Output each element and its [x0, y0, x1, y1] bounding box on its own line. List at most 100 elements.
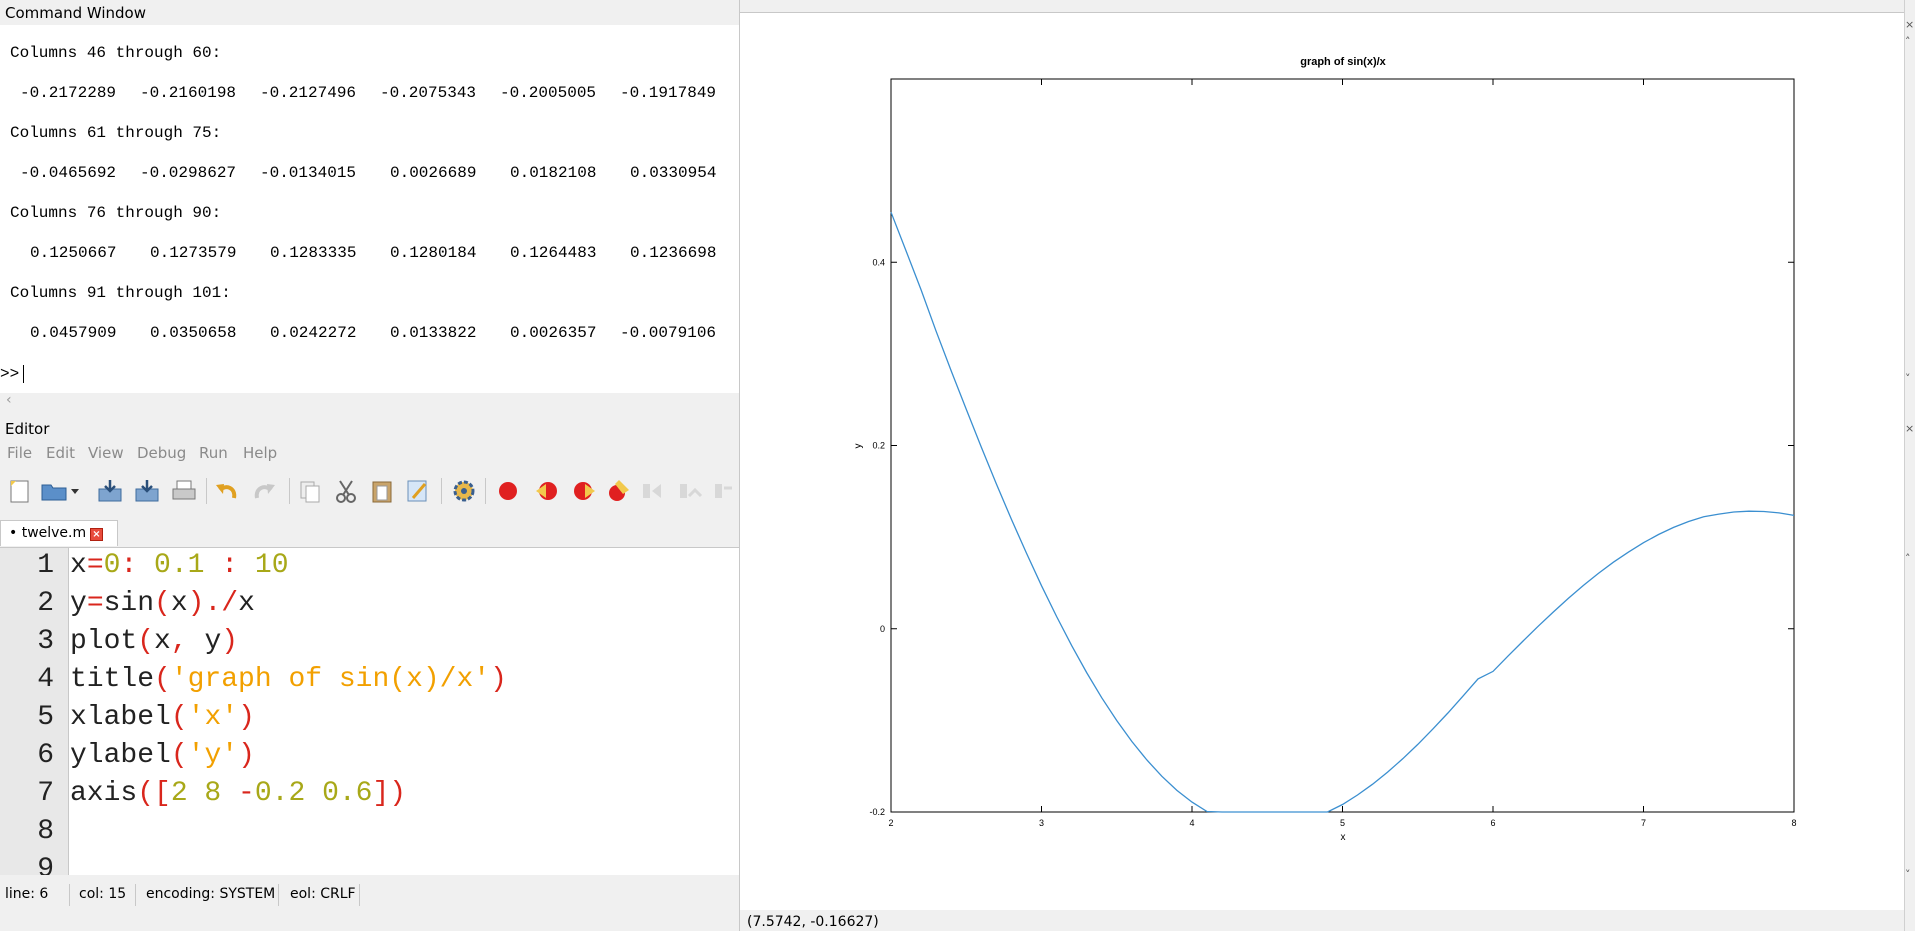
code-token: plot — [70, 626, 138, 657]
settings-gear-icon[interactable] — [450, 477, 478, 505]
prev-breakpoint-icon[interactable] — [533, 477, 561, 505]
tab-label: • twelve.m — [9, 525, 87, 541]
open-folder-icon[interactable] — [40, 477, 68, 505]
output-value: -0.2005005 — [500, 84, 597, 102]
output-value: 0.1236698 — [630, 244, 717, 262]
command-prompt[interactable]: >> — [0, 365, 25, 383]
code-token: 'graph of sin(x)/x' — [170, 664, 491, 695]
command-window-hscrollbar[interactable]: ‹ — [0, 392, 739, 409]
line-number: 3 — [37, 626, 54, 657]
line-number: 1 — [37, 550, 54, 581]
code-token: ( — [170, 702, 188, 733]
debug-step-icon[interactable] — [638, 477, 666, 505]
code-token: sin — [103, 588, 155, 619]
y-tick-label: 0.4 — [872, 257, 885, 267]
code-token: x — [238, 588, 255, 619]
code-token: 'y' — [187, 740, 239, 771]
chevron-down-icon[interactable]: ˅ — [1905, 372, 1911, 385]
x-axis-label: x — [1341, 832, 1346, 843]
y-tick-label: -0.2 — [869, 807, 885, 817]
find-replace-icon[interactable] — [404, 477, 432, 505]
status-line: line: 6 — [5, 886, 49, 902]
debug-step-out-icon[interactable] — [711, 477, 735, 505]
tab-twelve-m[interactable]: • twelve.m × — [0, 520, 118, 546]
line-number: 2 — [37, 588, 54, 619]
editor-tabbar: • twelve.m × — [0, 518, 739, 548]
output-value: -0.0465692 — [20, 164, 117, 182]
copy-icon[interactable] — [296, 477, 324, 505]
code-line: ylabel('y') — [70, 740, 255, 771]
x-tick-label: 7 — [1641, 818, 1646, 828]
breakpoint-icon[interactable] — [494, 477, 522, 505]
chevron-up-icon[interactable]: ˄ — [1905, 35, 1911, 48]
chevron-down-icon[interactable]: ˅ — [1905, 868, 1911, 881]
code-line: plot(x, y) — [70, 626, 238, 657]
close-icon[interactable]: × — [1905, 18, 1914, 31]
menu-help[interactable]: Help — [243, 444, 277, 462]
line-number: 5 — [37, 702, 54, 733]
output-value: -0.1917849 — [620, 84, 717, 102]
menu-run[interactable]: Run — [199, 444, 228, 462]
code-token: = — [86, 588, 104, 619]
output-value: 0.0182108 — [510, 164, 597, 182]
output-value: -0.0079106 — [620, 324, 717, 342]
toolbar-separator — [441, 478, 442, 504]
close-icon[interactable]: × — [1905, 422, 1914, 435]
status-separator — [135, 884, 136, 906]
code-token: , — [170, 626, 205, 657]
output-value: 0.0457909 — [30, 324, 117, 342]
menu-file[interactable]: File — [7, 444, 32, 462]
command-window-title: Command Window — [0, 0, 739, 25]
debug-step-in-icon[interactable] — [676, 477, 704, 505]
status-separator — [69, 884, 70, 906]
print-icon[interactable] — [170, 477, 198, 505]
menu-debug[interactable]: Debug — [137, 444, 186, 462]
x-tick-label: 3 — [1039, 818, 1044, 828]
y-axis-label: y — [853, 444, 864, 449]
code-editor[interactable]: 123456789 x=0: 0.1 : 10 y=sin(x)./x plot(x… — [0, 548, 739, 875]
menu-edit[interactable]: Edit — [46, 444, 75, 462]
menu-view[interactable]: View — [88, 444, 124, 462]
code-token: 10 — [254, 550, 289, 581]
y-tick-label: 0 — [880, 624, 885, 634]
text-caret — [23, 365, 25, 383]
axes-box — [890, 78, 1795, 813]
status-col: col: 15 — [79, 886, 127, 902]
status-separator — [278, 884, 279, 906]
save-icon[interactable] — [96, 477, 124, 505]
code-token: : — [120, 550, 155, 581]
chart-title: graph of sin(x)/x — [1300, 56, 1386, 68]
output-value: 0.1280184 — [390, 244, 477, 262]
x-tick-label: 8 — [1791, 818, 1796, 828]
code-token: 'x' — [187, 702, 239, 733]
output-value: -0.2075343 — [380, 84, 477, 102]
output-value: 0.0026357 — [510, 324, 597, 342]
scroll-left-icon[interactable]: ‹ — [6, 392, 12, 408]
chevron-down-icon[interactable] — [68, 477, 82, 505]
redo-icon[interactable] — [250, 477, 278, 505]
output-value: -0.2172289 — [20, 84, 117, 102]
code-token: ylabel — [70, 740, 171, 771]
chevron-up-icon[interactable]: ˄ — [1905, 552, 1911, 565]
line-number: 8 — [37, 816, 54, 847]
paste-icon[interactable] — [368, 477, 396, 505]
undo-icon[interactable] — [213, 477, 241, 505]
code-token: xlabel — [70, 702, 171, 733]
editor-menubar: File Edit View Debug Run Help — [0, 441, 739, 465]
figure-plot[interactable]: graph of sin(x)/x 2 3 4 5 6 7 8 -0.2 0 0.2 0.4 x y — [740, 0, 1904, 910]
new-file-icon[interactable] — [6, 477, 34, 505]
command-window-output[interactable]: Columns 46 through 60: -0.2172289 -0.216… — [0, 25, 739, 393]
code-token: ( — [154, 664, 171, 695]
save-all-icon[interactable] — [133, 477, 161, 505]
line-number: 7 — [37, 778, 54, 809]
code-token: 0.1 — [154, 550, 205, 581]
code-line: title('graph of sin(x)/x') — [70, 664, 507, 695]
close-icon[interactable]: × — [90, 528, 103, 541]
code-token: x — [154, 626, 171, 657]
cut-icon[interactable] — [332, 477, 360, 505]
clear-breakpoints-icon[interactable] — [604, 477, 632, 505]
output-value: 0.1283335 — [270, 244, 357, 262]
output-value: -0.2160198 — [140, 84, 237, 102]
code-token: 0 — [103, 550, 121, 581]
next-breakpoint-icon[interactable] — [570, 477, 598, 505]
